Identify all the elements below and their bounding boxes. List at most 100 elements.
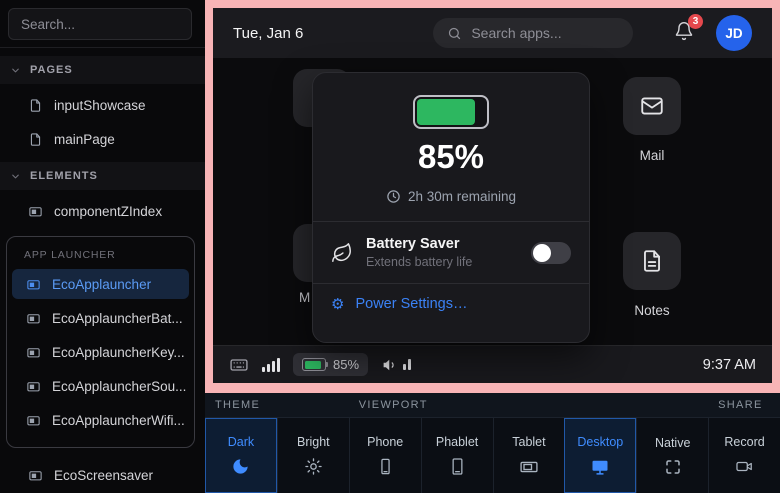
battery-level-graphic <box>413 95 489 129</box>
phone-icon <box>376 457 395 476</box>
sidebar-item-label: inputShowcase <box>54 98 146 113</box>
volume-button[interactable] <box>381 356 411 374</box>
sidebar-item-ecoscreensaver[interactable]: EcoScreensaver <box>0 460 205 490</box>
component-icon <box>26 311 41 326</box>
toggle-knob <box>533 244 551 262</box>
battery-remaining: 2h 30m remaining <box>313 189 589 204</box>
theme-bright-button[interactable]: Bright <box>277 418 349 493</box>
component-icon <box>26 379 41 394</box>
section-label: ELEMENTS <box>30 170 98 182</box>
sidebar-item-ecoapplauncherwifi[interactable]: EcoApplauncherWifi... <box>12 405 189 435</box>
sidebar-item-label: EcoApplauncherWifi... <box>52 413 185 428</box>
app-tile-notes[interactable]: Notes <box>623 232 681 318</box>
app-label: Notes <box>634 303 669 318</box>
toolbar-group-theme-label: THEME <box>205 393 349 418</box>
viewport-desktop-button[interactable]: Desktop <box>564 418 636 493</box>
date-label: Tue, Jan 6 <box>233 25 303 42</box>
sidebar-item-ecoapplauncherbat[interactable]: EcoApplauncherBat... <box>12 303 189 333</box>
button-label: Desktop <box>577 435 623 449</box>
viewport-phablet-button[interactable]: Phablet <box>421 418 493 493</box>
file-icon <box>28 132 43 147</box>
component-icon <box>28 204 43 219</box>
preview-frame: Tue, Jan 6 Search apps... 3 JD M <box>205 0 780 393</box>
viewport-phone-button[interactable]: Phone <box>349 418 421 493</box>
desktop: M Mail Notes 85% <box>213 58 772 345</box>
taskbar-battery-button[interactable]: 85% <box>293 353 368 376</box>
moon-icon <box>231 457 250 476</box>
app-label: Mail <box>640 148 665 163</box>
toolbar-group-share-label: SHARE <box>708 393 780 418</box>
button-label: Phablet <box>436 435 478 449</box>
app-search-input[interactable]: Search apps... <box>433 18 633 48</box>
sidebar-item-ecoapplauncher[interactable]: EcoApplauncher <box>12 269 189 299</box>
chevron-down-icon <box>10 65 21 76</box>
sidebar-item-label: mainPage <box>54 132 115 147</box>
bottom-toolbar: THEME VIEWPORT SHARE Dark Bright Phone P… <box>205 393 780 493</box>
button-label: Dark <box>228 435 254 449</box>
sidebar-item-label: componentZIndex <box>54 204 162 219</box>
battery-icon <box>302 358 326 371</box>
sidebar-item-label: EcoApplauncher <box>52 277 151 292</box>
taskbar-time: 9:37 AM <box>703 357 756 373</box>
signal-bars-icon[interactable] <box>262 358 280 372</box>
sidebar-item-inputshowcase[interactable]: inputShowcase <box>0 90 205 120</box>
viewport-native-button[interactable]: Native <box>636 418 708 493</box>
section-header-elements[interactable]: ELEMENTS <box>0 162 205 190</box>
button-label: Native <box>655 436 690 450</box>
record-icon <box>735 457 754 476</box>
component-icon <box>26 413 41 428</box>
taskbar: 85% 9:37 AM <box>213 345 772 383</box>
battery-saver-title: Battery Saver <box>366 236 472 252</box>
app-launcher-group-label: APP LAUNCHER <box>12 241 189 269</box>
battery-saver-text: Battery Saver Extends battery life <box>366 236 472 269</box>
button-label: Tablet <box>512 435 545 449</box>
sidebar: PAGES inputShowcase mainPage ELEMENTS co… <box>0 0 205 493</box>
phablet-icon <box>448 457 467 476</box>
power-settings-link[interactable]: ⚙ Power Settings… <box>313 284 589 324</box>
file-icon <box>28 98 43 113</box>
component-icon <box>26 277 41 292</box>
share-record-button[interactable]: Record <box>708 418 780 493</box>
sidebar-item-ecoapplauncherkey[interactable]: EcoApplauncherKey... <box>12 337 189 367</box>
gear-icon: ⚙ <box>331 297 344 312</box>
battery-popover: 85% 2h 30m remaining Battery Saver Exten… <box>312 72 590 343</box>
taskbar-battery-percent: 85% <box>333 357 359 372</box>
notification-badge: 3 <box>688 14 703 29</box>
section-header-pages[interactable]: PAGES <box>0 56 205 84</box>
button-label: Phone <box>367 435 403 449</box>
theme-dark-button[interactable]: Dark <box>205 418 277 493</box>
notifications-button[interactable]: 3 <box>674 21 694 46</box>
sidebar-item-componentzindex[interactable]: componentZIndex <box>0 196 205 226</box>
mail-tile[interactable] <box>623 77 681 135</box>
preview-topbar: Tue, Jan 6 Search apps... 3 JD <box>213 8 772 58</box>
viewport-tablet-button[interactable]: Tablet <box>493 418 565 493</box>
volume-bars-icon <box>403 359 411 370</box>
speaker-icon <box>381 356 399 374</box>
avatar[interactable]: JD <box>716 15 752 51</box>
battery-saver-subtitle: Extends battery life <box>366 255 472 269</box>
sidebar-item-label: EcoApplauncherSou... <box>52 379 186 394</box>
battery-remaining-label: 2h 30m remaining <box>408 189 516 204</box>
component-icon <box>26 345 41 360</box>
clock-icon <box>386 189 401 204</box>
sun-icon <box>304 457 323 476</box>
battery-saver-toggle[interactable] <box>531 242 571 264</box>
app-launcher-group: APP LAUNCHER EcoApplauncher EcoApplaunch… <box>6 236 195 448</box>
button-label: Record <box>724 435 764 449</box>
sidebar-divider <box>0 47 205 48</box>
sidebar-item-label: EcoApplauncherBat... <box>52 311 183 326</box>
sidebar-search-input[interactable] <box>8 8 192 40</box>
app-label-partial: M <box>299 290 310 305</box>
notes-icon <box>639 248 665 274</box>
app-tile-mail[interactable]: Mail <box>623 77 681 163</box>
native-icon <box>664 458 682 476</box>
search-icon <box>447 26 462 41</box>
topbar-right: 3 JD <box>674 15 752 51</box>
app-launcher-preview: Tue, Jan 6 Search apps... 3 JD M <box>213 8 772 383</box>
sidebar-item-ecoapplaunchersou[interactable]: EcoApplauncherSou... <box>12 371 189 401</box>
component-icon <box>28 468 43 483</box>
notes-tile[interactable] <box>623 232 681 290</box>
sidebar-item-mainpage[interactable]: mainPage <box>0 124 205 154</box>
keyboard-icon[interactable] <box>229 355 249 375</box>
desktop-icon <box>590 457 610 477</box>
